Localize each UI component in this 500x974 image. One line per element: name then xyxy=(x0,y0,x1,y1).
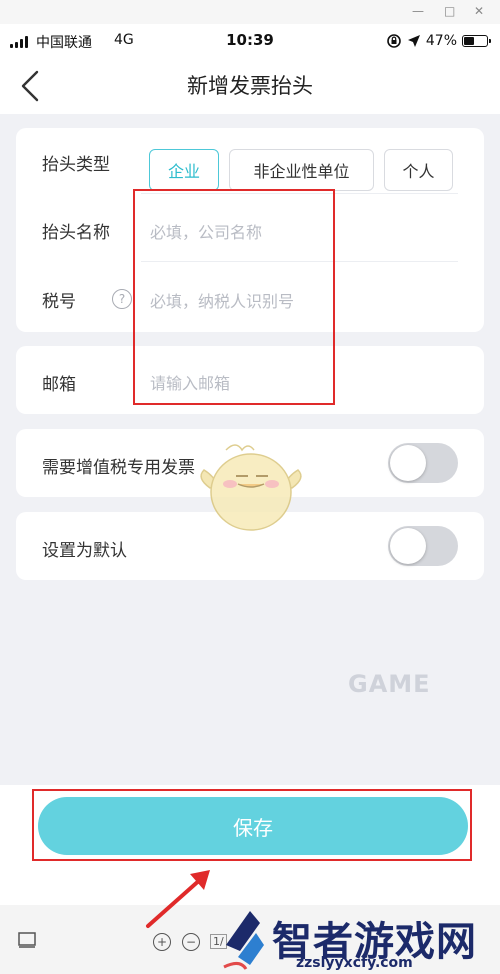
document-toolbar: + − 1/ 智者游戏网 zzslyyxcfy.com xyxy=(0,905,500,974)
nav-bar: 新增发票抬头 xyxy=(0,58,500,114)
brand-url: zzslyyxcfy.com xyxy=(296,955,413,971)
page-title: 新增发票抬头 xyxy=(187,74,313,98)
title-type-label: 抬头类型 xyxy=(42,155,110,175)
type-option-personal[interactable]: 个人 xyxy=(384,149,453,191)
zoom-out-icon[interactable]: − xyxy=(182,933,200,951)
minimize-icon[interactable]: — xyxy=(412,4,424,18)
window-title-bar: — □ ✕ xyxy=(0,0,500,24)
type-option-enterprise[interactable]: 企业 xyxy=(149,149,219,191)
vat-invoice-toggle[interactable] xyxy=(388,443,458,483)
title-name-label: 抬头名称 xyxy=(42,223,110,243)
status-bar: 中国联通 4G 10:39 47% xyxy=(0,24,500,58)
rotation-lock-icon xyxy=(387,34,401,48)
set-default-toggle[interactable] xyxy=(388,526,458,566)
help-icon[interactable]: ? xyxy=(112,289,132,309)
toggle-knob xyxy=(390,445,426,481)
annotation-box-inputs xyxy=(133,189,335,405)
annotation-box-save xyxy=(32,789,472,861)
zoom-in-icon[interactable]: + xyxy=(153,933,171,951)
close-icon[interactable]: ✕ xyxy=(474,4,484,18)
toggle-knob xyxy=(390,528,426,564)
battery-percent: 47% xyxy=(425,33,457,49)
email-label: 邮箱 xyxy=(42,375,76,395)
sidebar-toggle-icon[interactable] xyxy=(18,931,36,949)
mascot-watermark-icon xyxy=(200,444,302,531)
set-default-label: 设置为默认 xyxy=(42,541,127,561)
tax-number-label: 税号 xyxy=(42,292,76,312)
location-arrow-icon xyxy=(407,35,420,47)
annotation-arrow-icon xyxy=(146,870,210,928)
battery-icon xyxy=(462,35,491,47)
status-right: 47% xyxy=(386,31,491,51)
type-option-non-enterprise[interactable]: 非企业性单位 xyxy=(229,149,374,191)
brand-logo-icon xyxy=(223,911,264,970)
vat-invoice-label: 需要增值税专用发票 xyxy=(42,458,195,478)
watermark-overlay-text: GAME xyxy=(348,670,431,698)
maximize-icon[interactable]: □ xyxy=(444,4,455,18)
